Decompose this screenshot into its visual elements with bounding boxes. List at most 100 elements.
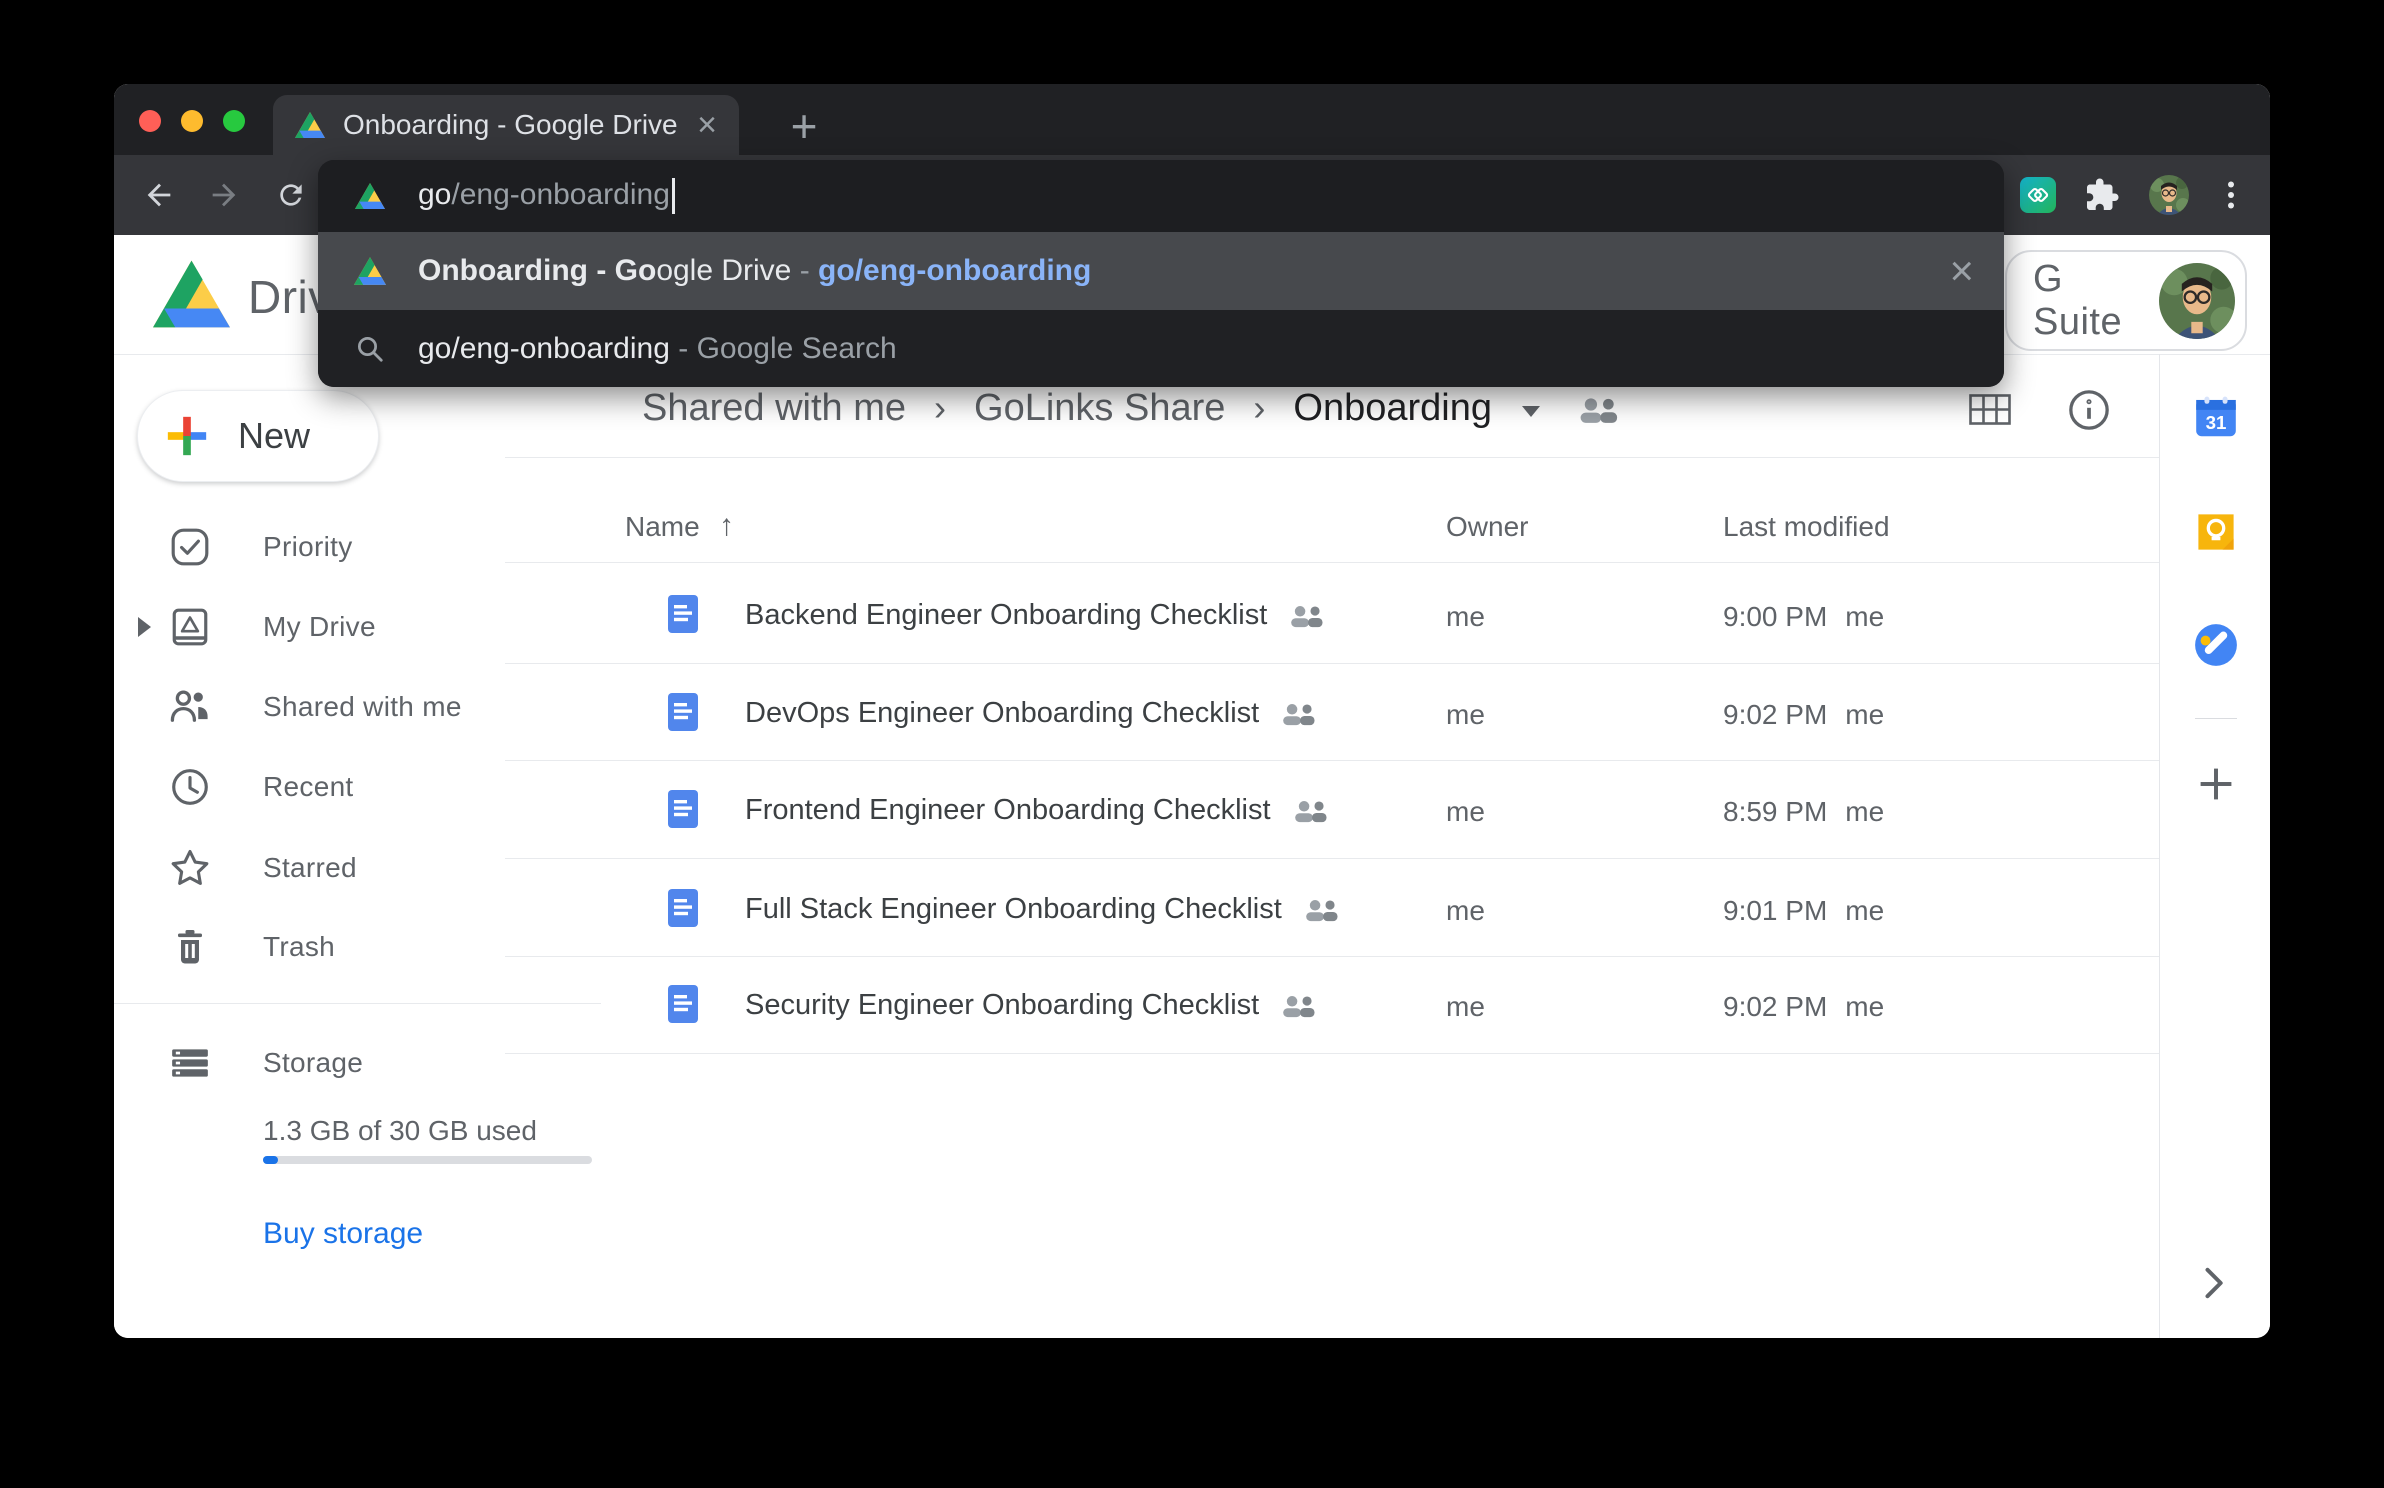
drive-favicon (354, 257, 386, 285)
account-avatar[interactable] (2159, 263, 2235, 339)
new-tab-button[interactable]: + (778, 100, 830, 152)
recent-icon (168, 765, 212, 809)
calendar-app-button[interactable]: 31 (2194, 395, 2238, 439)
tasks-app-button[interactable] (2194, 623, 2238, 667)
golinks-extension-button[interactable] (2018, 175, 2058, 215)
gsuite-label: G Suite (2033, 258, 2159, 344)
buy-storage-link[interactable]: Buy storage (263, 1217, 423, 1251)
modified-cell: 9:01 PMme (1723, 895, 1884, 927)
text-cursor (672, 178, 675, 214)
breadcrumb-current-folder[interactable]: Onboarding (1293, 387, 1492, 430)
drive-logo-icon (153, 260, 230, 328)
sidebar-item-priority[interactable]: Priority (114, 507, 505, 587)
keep-app-button[interactable] (2194, 510, 2238, 554)
column-header-owner: Owner (1446, 511, 1528, 543)
forward-button[interactable] (204, 175, 244, 215)
collapse-side-panel-button[interactable] (2191, 1261, 2235, 1305)
shared-people-icon (1293, 799, 1329, 823)
breadcrumb-shared-with-me[interactable]: Shared with me (642, 387, 906, 430)
breadcrumb-golinks-share[interactable]: GoLinks Share (974, 387, 1225, 430)
sidebar-item-label: Shared with me (263, 691, 462, 723)
close-window-button[interactable] (139, 110, 161, 132)
suggestion-google-search[interactable]: go/eng-onboarding - Google Search (318, 310, 2004, 387)
sidebar-item-shared-with-me[interactable]: Shared with me (114, 667, 505, 747)
sidebar-item-recent[interactable]: Recent (114, 747, 505, 827)
omnibox-input[interactable]: go/eng-onboarding (418, 178, 675, 214)
owner-cell: me (1446, 991, 1485, 1023)
calendar-icon: 31 (2194, 395, 2238, 439)
storage-icon (168, 1041, 212, 1085)
back-button[interactable] (139, 175, 179, 215)
modified-cell: 9:02 PMme (1723, 699, 1884, 731)
breadcrumb-separator-icon: › (1249, 387, 1269, 429)
browser-tab[interactable]: Onboarding - Google Drive × (273, 95, 739, 155)
row-divider (505, 858, 2159, 859)
sidebar-item-label: My Drive (263, 611, 376, 643)
puzzle-icon (2084, 177, 2120, 213)
reload-button[interactable] (271, 175, 311, 215)
browser-menu-button[interactable] (2211, 175, 2251, 215)
browser-profile-avatar[interactable] (2149, 175, 2189, 215)
row-divider (505, 956, 2159, 957)
forward-icon (207, 178, 241, 212)
folder-menu-caret-icon[interactable] (1522, 406, 1540, 417)
my-drive-icon (168, 605, 212, 649)
owner-cell: me (1446, 601, 1485, 633)
breadcrumb-divider (505, 457, 2159, 458)
google-docs-icon (668, 985, 698, 1023)
owner-cell: me (1446, 895, 1485, 927)
new-button[interactable]: New (137, 390, 379, 482)
kebab-menu-icon (2213, 177, 2249, 213)
tasks-icon (2194, 623, 2238, 667)
sidebar-item-label: Trash (263, 931, 335, 963)
google-docs-icon (668, 693, 698, 731)
sidebar-item-my-drive[interactable]: My Drive (114, 587, 505, 667)
gsuite-account-pill: G Suite (2005, 250, 2247, 351)
sort-ascending-icon[interactable]: ↑ (719, 509, 734, 543)
row-divider (505, 663, 2159, 664)
screenshot: Onboarding - Google Drive × + (0, 0, 2384, 1488)
breadcrumb: Shared with me › GoLinks Share › Onboard… (642, 380, 1620, 436)
remove-suggestion-icon[interactable]: × (1949, 250, 1974, 292)
grid-view-icon (1969, 394, 2011, 425)
storage-divider (114, 1003, 601, 1004)
priority-icon (168, 525, 212, 569)
column-header-name[interactable]: Name (625, 511, 700, 543)
google-docs-icon (668, 790, 698, 828)
zoom-window-button[interactable] (223, 110, 245, 132)
drive-favicon (355, 183, 385, 209)
extensions-button[interactable] (2082, 175, 2122, 215)
storage-usage-text: 1.3 GB of 30 GB used (263, 1115, 537, 1147)
info-panel-button[interactable] (2067, 388, 2111, 437)
get-addons-button[interactable] (2194, 762, 2238, 806)
shared-people-icon (1281, 994, 1317, 1018)
modified-cell: 9:00 PMme (1723, 601, 1884, 633)
shared-people-icon (1289, 604, 1325, 628)
file-name-cell: Frontend Engineer Onboarding Checklist (745, 794, 1329, 827)
new-button-label: New (238, 415, 310, 457)
expand-arrow-icon[interactable] (138, 617, 151, 637)
minimize-window-button[interactable] (181, 110, 203, 132)
new-plus-icon (164, 413, 210, 459)
close-tab-icon[interactable]: × (697, 108, 717, 142)
reload-icon (275, 179, 307, 211)
suggestion-drive-result[interactable]: Onboarding - Google Drive - go/eng-onboa… (318, 232, 2004, 310)
grid-view-button[interactable] (1969, 394, 2011, 430)
side-panel-mini-divider (2195, 718, 2237, 719)
modified-cell: 8:59 PMme (1723, 796, 1884, 828)
chevron-right-icon (2191, 1261, 2235, 1305)
sidebar-item-label: Recent (263, 771, 354, 803)
search-icon (355, 334, 385, 364)
browser-window: Onboarding - Google Drive × + (114, 84, 2270, 1338)
sidebar-item-label: Priority (263, 531, 353, 563)
golinks-icon (2020, 177, 2056, 213)
tab-bar: Onboarding - Google Drive × + (114, 84, 2270, 155)
sidebar-item-trash[interactable]: Trash (114, 907, 505, 987)
starred-icon (168, 846, 212, 890)
sidebar-item-storage[interactable]: Storage (114, 1023, 505, 1103)
drive-favicon (295, 112, 325, 138)
omnibox[interactable]: go/eng-onboarding (318, 160, 2004, 232)
storage-progress-fill (263, 1156, 278, 1164)
tab-title: Onboarding - Google Drive (343, 109, 697, 141)
sidebar-item-starred[interactable]: Starred (114, 828, 505, 908)
